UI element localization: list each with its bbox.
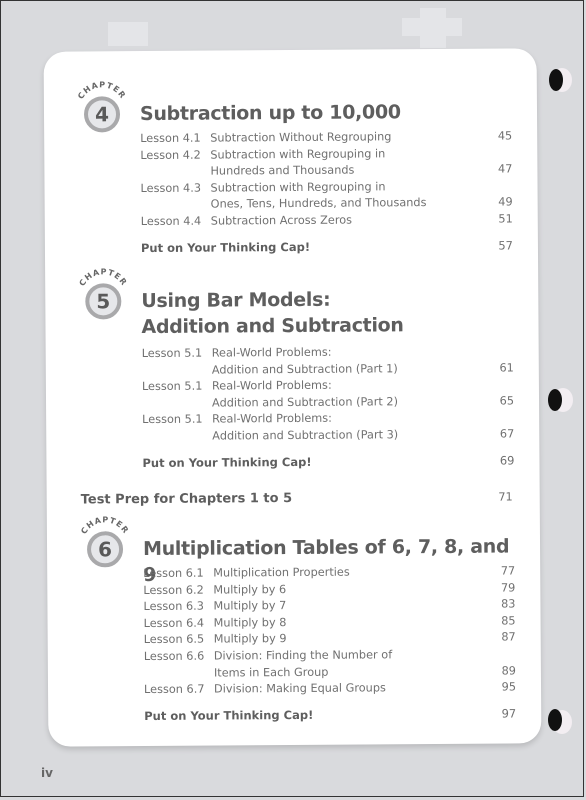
lesson-number: Lesson 4.2 [140, 148, 201, 162]
lesson-title: Division: Finding the Number of [213, 648, 393, 663]
lesson-page: 61 [499, 361, 514, 375]
lesson-title: Real-World Problems: [211, 378, 332, 393]
lesson-title: Subtraction Without Regrouping [210, 130, 392, 145]
lesson-page: 85 [501, 614, 516, 628]
lesson-title: Multiplication Properties [213, 565, 350, 580]
lesson-page: 47 [497, 162, 513, 176]
chapter-badge-icon: CHAPTER5 [77, 267, 129, 320]
lesson-number: Lesson 4.1 [140, 131, 201, 146]
thinking-cap-page: 69 [499, 453, 515, 468]
chapter-title[interactable]: Subtraction up to 10,000 [140, 99, 401, 127]
chapter-title-line: Subtraction up to 10,000 [139, 101, 401, 126]
lesson-list: Lesson 5.1 Real-World Problems: Addition a… [141, 343, 515, 472]
lesson-title: Ones, Tens, Hundreds, and Thousands [210, 196, 427, 211]
binder-hole [548, 709, 562, 731]
lesson-page: 79 [500, 581, 516, 595]
lesson-title: Multiply by 9 [213, 632, 287, 646]
lesson-title: Addition and Subtraction (Part 3) [212, 428, 399, 443]
lesson-page: 77 [500, 564, 516, 578]
chapter-title-line: Using Bar Models: [141, 288, 331, 313]
lesson-page: 87 [501, 630, 516, 644]
page-number: iv [41, 766, 53, 780]
chapter-section: CHAPTER 5 Using Bar Models: Addition and Su… [75, 263, 515, 470]
background-decoration [108, 22, 148, 46]
binder-hole [548, 389, 562, 411]
lesson-page: 65 [499, 394, 515, 408]
lesson-number: Lesson 6.7 [143, 682, 205, 697]
lesson-page: 83 [501, 597, 516, 611]
lesson-title: Real-World Problems: [212, 412, 333, 426]
lesson-page: 89 [501, 664, 516, 678]
lesson-number: Lesson 6.3 [143, 599, 204, 614]
lesson-number: Lesson 5.1 [141, 379, 203, 394]
lesson-number: Lesson 4.3 [140, 181, 202, 195]
chapter-section: CHAPTER 4 Subtraction up to 10,000 Lesson 4… [74, 76, 514, 255]
lesson-title: Real-World Problems: [211, 345, 332, 360]
chapter-title-line: Addition and Subtraction [141, 314, 404, 339]
lesson-title: Subtraction with Regrouping in [210, 180, 386, 195]
lesson-row[interactable]: Addition and Subtraction (Part 3) 67 [142, 426, 515, 445]
lesson-list: Lesson 6.1 Multiplication Properties 77 Les… [143, 563, 517, 725]
thinking-cap-page: 97 [501, 706, 517, 721]
plus-sign-decoration [402, 18, 462, 36]
binder-hole [549, 69, 563, 91]
lesson-page: 67 [499, 427, 515, 441]
chapter-section: CHAPTER 6 Multiplication Tables of 6, 7, 8… [77, 511, 517, 723]
lesson-number: Lesson 6.6 [143, 649, 205, 664]
thinking-cap-entry[interactable]: Put on Your Thinking Cap! 69 [142, 451, 515, 472]
thinking-cap-label: Put on Your Thinking Cap! [142, 454, 312, 470]
thinking-cap-label: Put on Your Thinking Cap! [140, 239, 311, 255]
lesson-title: Subtraction with Regrouping in [210, 146, 386, 162]
lesson-number: Lesson 5.1 [141, 346, 203, 361]
lesson-title: Multiply by 7 [213, 599, 287, 613]
lesson-title: Addition and Subtraction (Part 2) [211, 395, 398, 410]
lesson-title: Multiply by 6 [213, 582, 287, 597]
lesson-page: 51 [498, 212, 513, 226]
lesson-page: 45 [497, 129, 513, 143]
lesson-title: Hundreds and Thousands [210, 163, 355, 178]
test-prep-label: Test Prep for Chapters 1 to 5 [80, 491, 293, 508]
chapter-number: 6 [98, 537, 112, 561]
thinking-cap-label: Put on Your Thinking Cap! [144, 707, 314, 723]
lesson-number: Lesson 6.1 [143, 566, 204, 581]
lesson-page: 49 [498, 195, 513, 209]
table-of-contents-card: CHAPTER 4 Subtraction up to 10,000 Lesson 4… [43, 48, 542, 747]
chapter-number: 4 [95, 102, 109, 126]
lesson-number: Lesson 6.5 [143, 632, 205, 647]
thinking-cap-page: 57 [498, 238, 513, 253]
lesson-title: Division: Making Equal Groups [213, 681, 386, 696]
chapter-badge-icon: CHAPTER4 [76, 80, 128, 133]
thinking-cap-entry[interactable]: Put on Your Thinking Cap! 57 [140, 236, 513, 257]
lesson-number: Lesson 4.4 [140, 214, 202, 229]
lesson-row[interactable]: Lesson 4.4 Subtraction Across Zeros 51 [140, 211, 513, 230]
lesson-page: 95 [501, 680, 517, 694]
lesson-title: Addition and Subtraction (Part 1) [211, 361, 398, 377]
lesson-number: Lesson 6.4 [143, 616, 205, 630]
lesson-number: Lesson 6.2 [143, 583, 204, 597]
test-prep-page: 71 [498, 490, 513, 504]
lesson-row[interactable]: Lesson 6.7 Division: Making Equal Groups 9… [143, 680, 517, 699]
thinking-cap-entry[interactable]: Put on Your Thinking Cap! 97 [144, 704, 517, 725]
lesson-title: Subtraction Across Zeros [210, 213, 353, 228]
lesson-list: Lesson 4.1 Subtraction Without Regrouping… [140, 128, 513, 257]
chapter-badge-icon: CHAPTER6 [79, 515, 131, 568]
lesson-number: Lesson 5.1 [142, 413, 203, 427]
test-prep-entry[interactable]: Test Prep for Chapters 1 to 5 71 [81, 489, 513, 507]
chapter-title[interactable]: Using Bar Models: Addition and Subtractio… [141, 286, 403, 340]
lesson-title: Items in Each Group [213, 665, 329, 680]
chapter-number: 5 [96, 289, 110, 313]
lesson-title: Multiply by 8 [213, 615, 287, 630]
